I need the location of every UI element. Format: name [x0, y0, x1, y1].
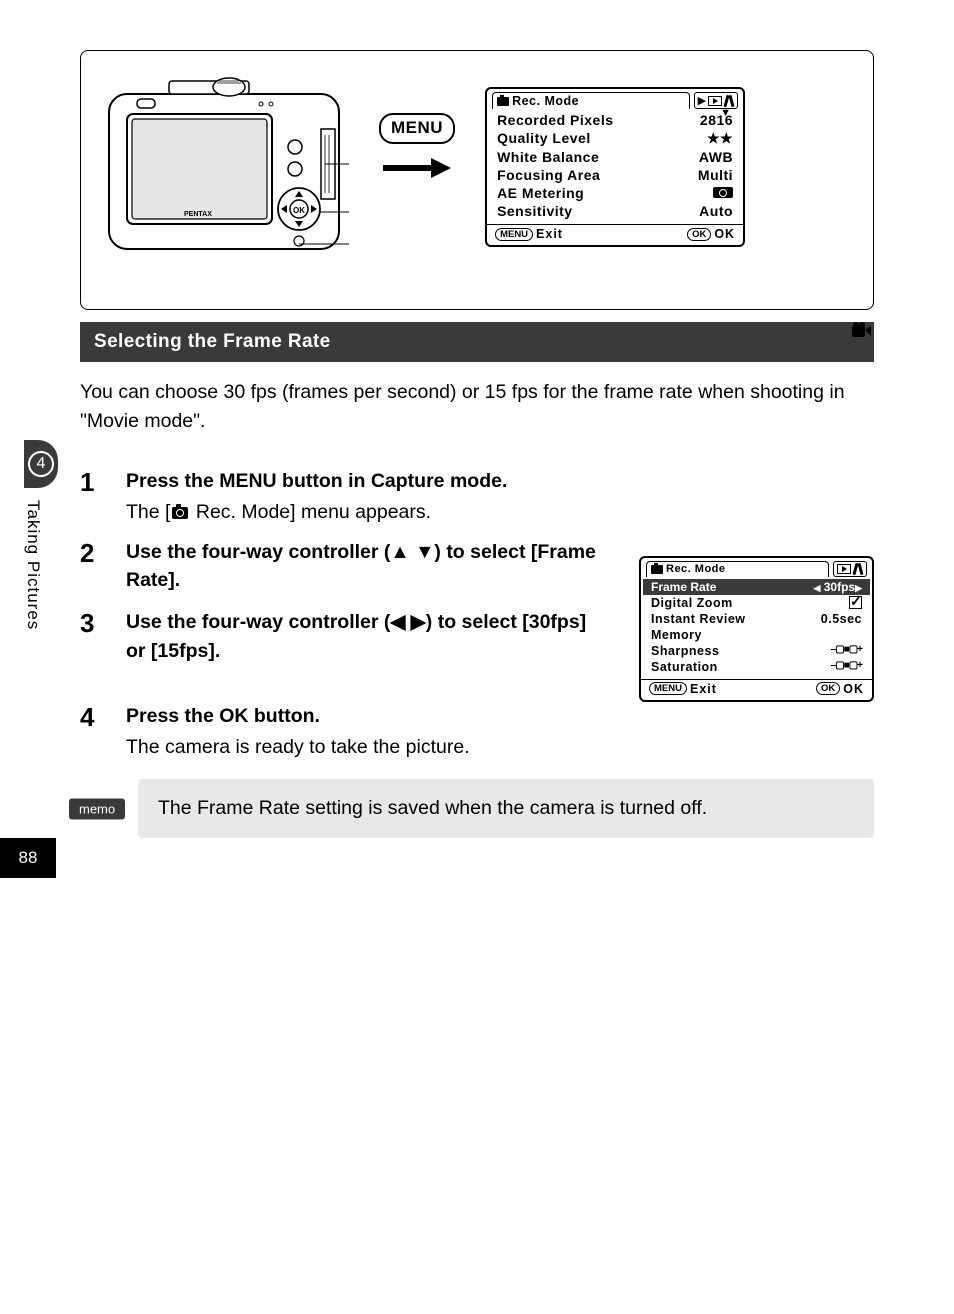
menu-footer-ok: OK: [714, 227, 735, 241]
step-title: Press the OK button.: [126, 702, 874, 730]
menu-item-value: ◀ 30fps▶: [813, 580, 862, 594]
ok-pill: OK: [687, 228, 711, 241]
step-desc: The [ Rec. Mode] menu appears.: [126, 501, 874, 524]
menu-tab-label: Rec. Mode: [512, 94, 579, 108]
menu-item-label: Digital Zoom: [651, 596, 733, 610]
svg-text:PENTAX: PENTAX: [184, 211, 212, 218]
camera-icon: [172, 507, 188, 519]
step-number: 4: [80, 702, 110, 733]
memo-box: memo The Frame Rate setting is saved whe…: [138, 779, 874, 838]
chapter-badge: 4: [24, 440, 58, 488]
page-number: 88: [0, 838, 56, 878]
menu-tab-rec: Rec. Mode: [646, 561, 829, 577]
memo-text: The Frame Rate setting is saved when the…: [158, 797, 707, 819]
text: Use the four-way controller (: [126, 541, 390, 563]
play-icon: [708, 96, 722, 106]
menu-tab-icons: ▶: [694, 92, 738, 109]
step-title: Use the four-way controller (▲ ▼) to sel…: [126, 538, 609, 595]
menu-button-label: MENU: [379, 113, 455, 144]
step-title: Use the four-way controller (◀ ▶) to sel…: [126, 608, 609, 665]
menu-pill: MENU: [495, 228, 533, 241]
step-title: Press the MENU button in Capture mode.: [126, 467, 874, 495]
step-4: 4 Press the OK button. The camera is rea…: [80, 702, 874, 759]
section-title: Selecting the Frame Rate: [80, 322, 874, 362]
step-number: 1: [80, 467, 110, 498]
setup-icon: [853, 563, 863, 575]
menu-item-label: Quality Level: [497, 130, 591, 147]
up-down-arrows: ▲ ▼: [390, 541, 434, 563]
menu-item-label: Memory: [651, 628, 702, 642]
menu-tab-icons: [833, 561, 867, 577]
camera-icon: [497, 97, 509, 106]
intro-text: You can choose 30 fps (frames per second…: [80, 378, 874, 437]
menu-arrow: MENU: [379, 113, 455, 180]
menu-item-label: White Balance: [497, 149, 599, 165]
step-number: 2: [80, 538, 110, 569]
menu-item-label: Saturation: [651, 660, 718, 674]
memo-label: memo: [68, 797, 126, 820]
menu-item-label: Focusing Area: [497, 167, 600, 183]
menu-item-value: ★★: [707, 130, 733, 147]
menu-tab-label: Rec. Mode: [666, 563, 726, 575]
menu-item-label: Recorded Pixels: [497, 112, 613, 128]
slider-value: –▢■▢+: [831, 644, 862, 658]
menu-tab-rec: Rec. Mode: [492, 92, 690, 109]
movie-mode-icon: [852, 322, 872, 343]
menu-footer-exit: Exit: [690, 682, 717, 696]
menu-footer-ok: OK: [843, 682, 864, 696]
menu-item-value: Auto: [699, 203, 733, 219]
chapter-number: 4: [28, 451, 54, 477]
text: Use the four-way controller (: [126, 611, 390, 633]
ok-pill: OK: [816, 682, 840, 695]
menu-pill: MENU: [649, 682, 687, 695]
step-2: 2 Use the four-way controller (▲ ▼) to s…: [80, 538, 609, 595]
slider-value: –▢■▢+: [831, 660, 862, 674]
step-1: 1 Press the MENU button in Capture mode.…: [80, 467, 874, 524]
text: The [: [126, 501, 170, 523]
svg-text:OK: OK: [293, 206, 305, 215]
setup-icon: [724, 95, 734, 107]
menu-item-value: Multi: [698, 167, 733, 183]
menu-item-label: Sensitivity: [497, 203, 573, 219]
menu-item-label: Instant Review: [651, 612, 746, 626]
illustration-panel: PENTAX OK: [80, 50, 874, 310]
play-icon: [837, 564, 851, 574]
camera-icon: [651, 565, 663, 574]
lcd-menu-rec-mode: Rec. Mode ▶ ▼ Recorded Pixels2816 Qualit…: [485, 87, 745, 247]
lcd-menu-frame-rate: Rec. Mode Frame Rate ◀ 30fps▶ Digital Zo…: [639, 556, 874, 702]
camera-illustration: PENTAX OK: [99, 69, 349, 259]
menu-item-label: Frame Rate: [651, 580, 716, 594]
metering-icon-value: [713, 185, 733, 201]
menu-item-value: 0.5sec: [821, 612, 862, 626]
check-value: [849, 596, 862, 610]
step-number: 3: [80, 608, 110, 639]
text: Rec. Mode] menu appears.: [190, 501, 431, 523]
menu-footer-exit: Exit: [536, 227, 563, 241]
step-3: 3 Use the four-way controller (◀ ▶) to s…: [80, 608, 609, 665]
menu-item-value: AWB: [699, 149, 733, 165]
scroll-down-icon: ▼: [720, 107, 731, 119]
menu-item-label: Sharpness: [651, 644, 719, 658]
step-desc: The camera is ready to take the picture.: [126, 736, 874, 759]
left-right-arrows: ◀ ▶: [390, 611, 425, 633]
menu-item-label: AE Metering: [497, 185, 584, 201]
chapter-label: Taking Pictures: [18, 500, 42, 630]
menu-highlight-row: Frame Rate ◀ 30fps▶: [643, 579, 870, 595]
